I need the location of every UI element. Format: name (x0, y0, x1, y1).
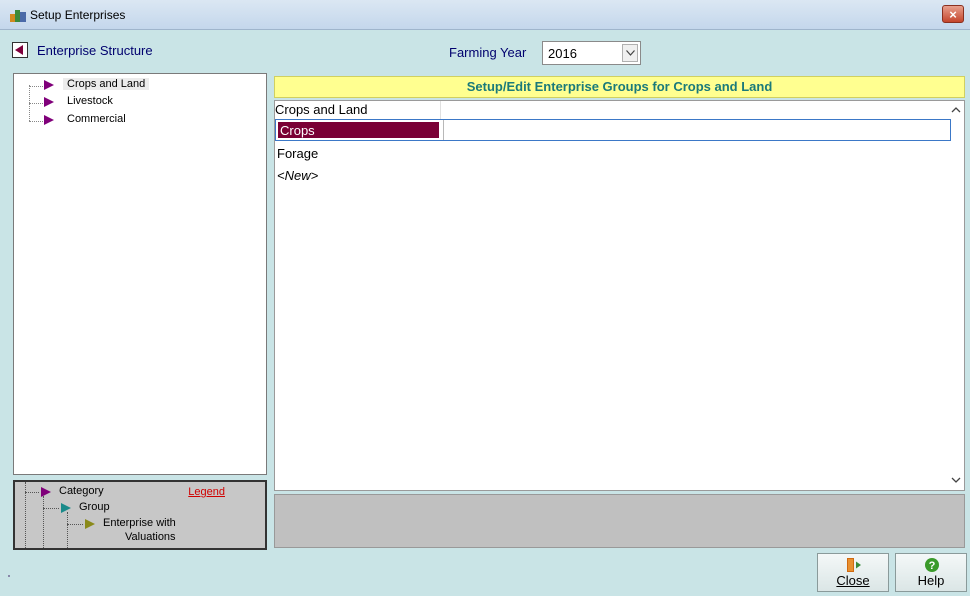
exit-door-icon (847, 558, 861, 572)
window-title: Setup Enterprises (30, 8, 126, 22)
scroll-down-icon[interactable] (950, 473, 962, 487)
details-panel (274, 494, 965, 548)
category-icon (44, 97, 54, 107)
grid-row-forage[interactable]: Forage (275, 143, 951, 165)
legend-title: Legend (188, 486, 225, 498)
window-close-button[interactable]: × (942, 5, 964, 23)
grid-cell[interactable]: Forage (275, 143, 441, 165)
column-header: Crops and Land (275, 101, 441, 119)
back-button[interactable] (12, 42, 28, 58)
grid-cell[interactable]: Crops (277, 121, 440, 139)
chevron-down-icon (626, 50, 635, 56)
enterprise-structure-label: Enterprise Structure (37, 43, 153, 58)
title-bar: Setup Enterprises × (0, 0, 970, 30)
legend-group-label: Group (79, 501, 110, 513)
tree-item-label: Crops and Land (63, 78, 150, 90)
farming-year-value: 2016 (548, 46, 577, 61)
category-icon (44, 80, 54, 90)
help-button[interactable]: ? Help (895, 553, 967, 592)
legend-enterprise-label-line1: Enterprise with (103, 517, 176, 529)
enterprise-tree[interactable]: Crops and Land Livestock Commercial (13, 73, 267, 475)
help-button-label: Help (917, 573, 945, 588)
help-icon: ? (925, 558, 939, 572)
enterprise-groups-grid[interactable]: Crops and Land Crops Forage <New> (274, 100, 965, 491)
grid-header: Crops and Land (275, 101, 955, 119)
farming-year-select[interactable]: 2016 (542, 41, 641, 65)
category-icon (44, 115, 54, 125)
tree-item-label: Livestock (67, 95, 113, 107)
close-button-label: Close (836, 573, 870, 588)
panel-header: Setup/Edit Enterprise Groups for Crops a… (274, 76, 965, 98)
category-legend-icon (41, 487, 51, 497)
group-legend-icon (61, 503, 71, 513)
farming-year-dropdown-button[interactable] (622, 44, 638, 62)
farming-year-label: Farming Year (449, 45, 527, 60)
legend-category-label: Category (59, 485, 104, 497)
legend-enterprise-label-line2: Valuations (125, 531, 176, 543)
svg-text:?: ? (929, 560, 936, 572)
close-button[interactable]: Close (817, 553, 889, 592)
grid-cell[interactable]: <New> (275, 165, 441, 187)
app-icon (10, 10, 26, 22)
tree-item-label: Commercial (67, 113, 126, 125)
scroll-up-icon[interactable] (950, 103, 962, 117)
back-arrow-icon (15, 45, 23, 55)
status-indicator (8, 575, 10, 577)
grid-row-crops[interactable]: Crops (275, 119, 951, 141)
enterprise-legend-icon (85, 519, 95, 529)
grid-row-new[interactable]: <New> (275, 165, 951, 187)
legend-panel: Category Legend Group Enterprise with Va… (13, 480, 267, 550)
